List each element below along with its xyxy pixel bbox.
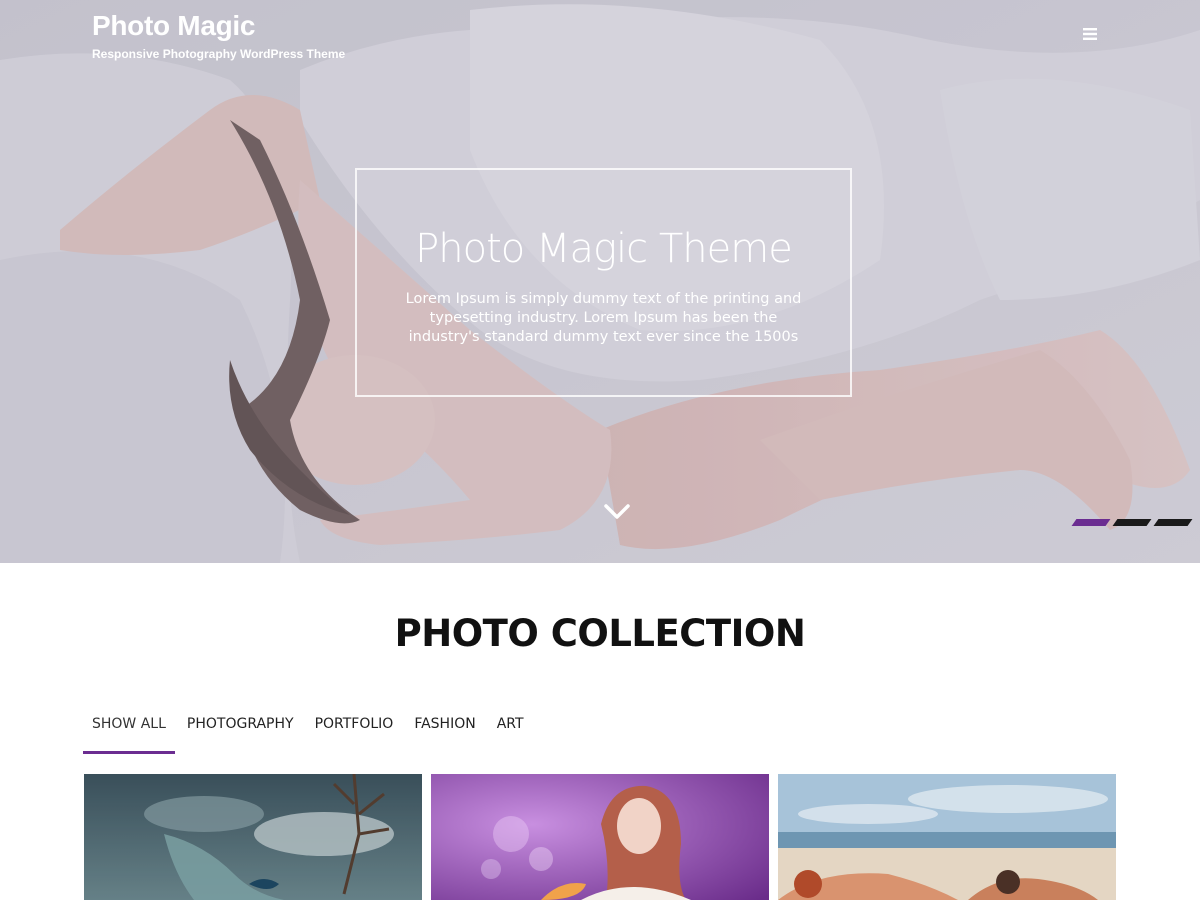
- slide-caption-box: Photo Magic Theme Lorem Ipsum is simply …: [355, 168, 852, 397]
- slide-text: Lorem Ipsum is simply dummy text of the …: [405, 291, 802, 345]
- gallery-item-bottle[interactable]: [84, 774, 422, 900]
- slider-dot-3[interactable]: [1153, 519, 1193, 526]
- tab-photography[interactable]: PHOTOGRAPHY: [178, 712, 303, 754]
- gallery-image-portrait: [431, 774, 769, 900]
- gallery-image-beach: [778, 774, 1116, 900]
- tab-fashion[interactable]: FASHION: [405, 712, 484, 754]
- tab-portfolio[interactable]: PORTFOLIO: [306, 712, 403, 754]
- hamburger-menu-icon[interactable]: [1078, 22, 1102, 46]
- slider-dot-2[interactable]: [1112, 519, 1152, 526]
- tab-show-all[interactable]: SHOW ALL: [83, 712, 175, 754]
- hero-slider: Photo Magic Responsive Photography WordP…: [0, 0, 1200, 563]
- slider-pagination: [1071, 519, 1193, 526]
- tab-art[interactable]: ART: [488, 712, 533, 754]
- site-tagline: Responsive Photography WordPress Theme: [92, 47, 346, 61]
- filter-tabs: SHOW ALL PHOTOGRAPHY PORTFOLIO FASHION A…: [83, 712, 536, 754]
- chevron-down-icon[interactable]: [603, 500, 631, 524]
- site-title[interactable]: Photo Magic: [92, 10, 255, 42]
- section-title: PHOTO COLLECTION: [394, 612, 806, 655]
- gallery-item-beach[interactable]: [778, 774, 1116, 900]
- slide-title: Photo Magic Theme: [415, 226, 793, 272]
- slider-dot-1[interactable]: [1071, 519, 1111, 526]
- gallery-image-bottle: [84, 774, 422, 900]
- gallery-item-portrait[interactable]: [431, 774, 769, 900]
